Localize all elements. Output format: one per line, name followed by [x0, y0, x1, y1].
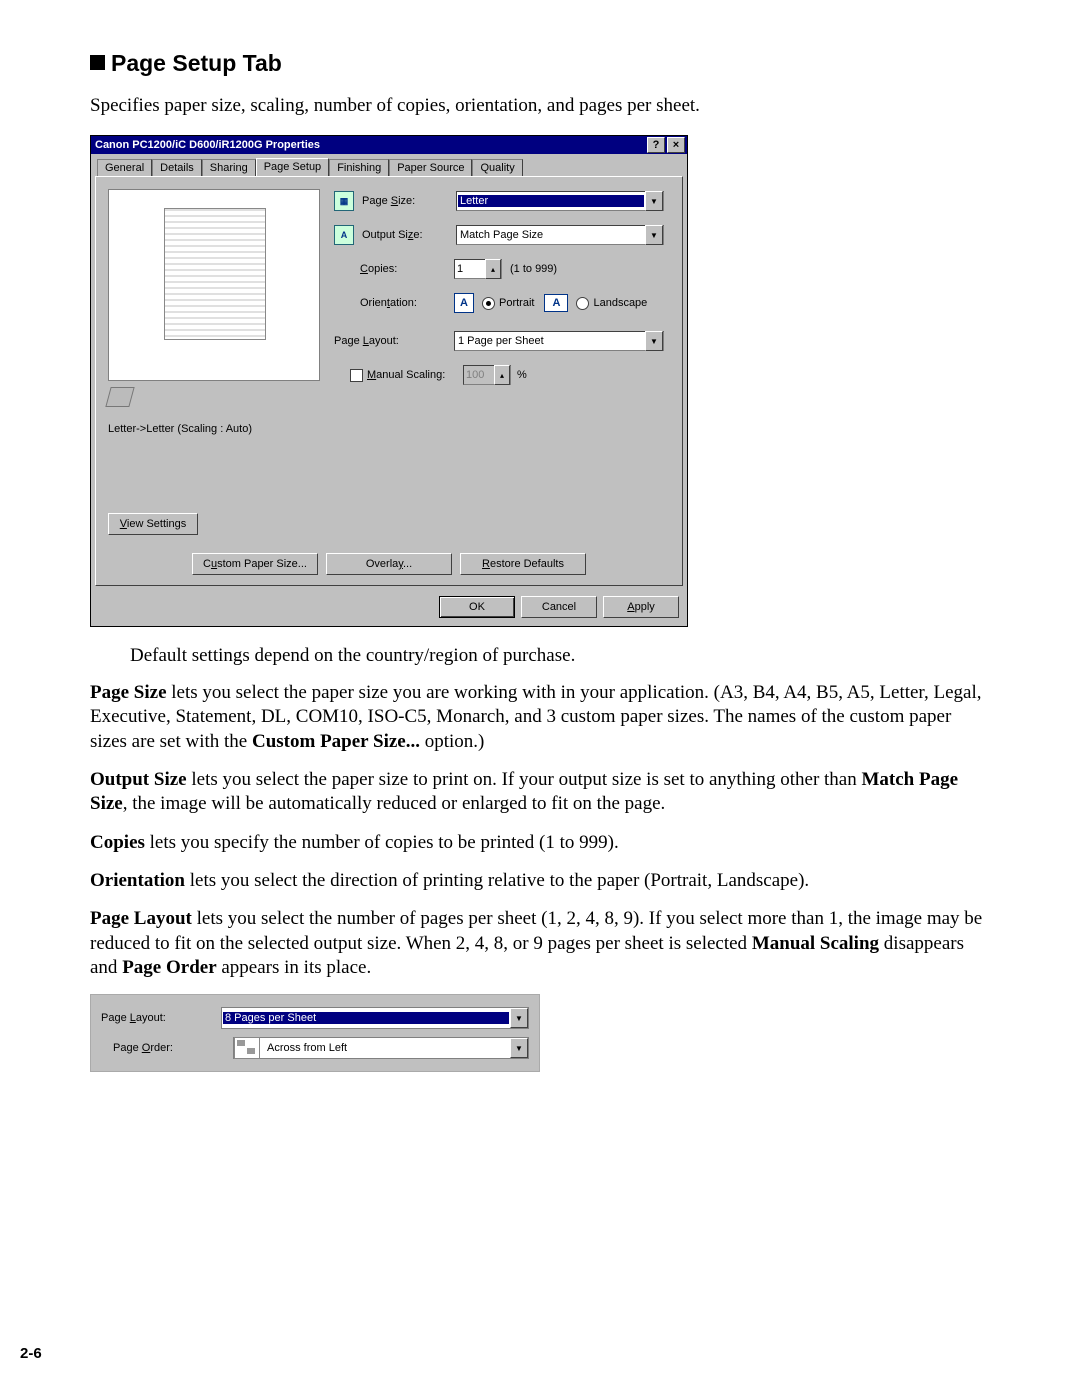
chevron-down-icon[interactable]: ▼: [510, 1038, 528, 1058]
output-size-icon: A: [334, 225, 354, 245]
page-number: 2-6: [20, 1345, 42, 1362]
output-size-value: Match Page Size: [457, 229, 645, 241]
heading-bullet-icon: [90, 55, 105, 70]
page-size-label: Page Size:: [362, 195, 456, 207]
page-size-paragraph: Page Size lets you select the paper size…: [90, 681, 990, 754]
page-order-icon: [234, 1037, 260, 1059]
printer-tray-icon: [105, 387, 134, 407]
page-layout-value: 1 Page per Sheet: [455, 335, 645, 347]
manual-scaling-checkbox[interactable]: [350, 369, 363, 382]
tab-page-setup[interactable]: Page Setup: [256, 158, 330, 176]
overlay-button[interactable]: Overlay...: [326, 553, 452, 575]
page-size-value: Letter: [458, 195, 644, 207]
tab-finishing[interactable]: Finishing: [329, 159, 389, 177]
mini-page-order-combo[interactable]: Across from Left ▼: [233, 1037, 529, 1059]
cancel-button[interactable]: Cancel: [521, 596, 597, 618]
landscape-label: Landscape: [593, 297, 647, 309]
page-size-icon: ▦: [334, 191, 354, 211]
tab-details[interactable]: Details: [152, 159, 202, 177]
tab-sharing[interactable]: Sharing: [202, 159, 256, 177]
page-size-combo[interactable]: Letter ▼: [456, 191, 664, 211]
chevron-down-icon[interactable]: ▼: [645, 225, 663, 245]
page-layout-order-screenshot: Page Layout: 8 Pages per Sheet ▼ Page Or…: [90, 994, 540, 1072]
tab-body: Letter->Letter (Scaling : Auto) View Set…: [95, 176, 683, 586]
spinner-arrows-icon[interactable]: ▴: [485, 259, 501, 279]
chevron-down-icon[interactable]: ▼: [645, 191, 663, 211]
mini-page-layout-value: 8 Pages per Sheet: [223, 1012, 509, 1024]
mini-page-layout-combo[interactable]: 8 Pages per Sheet ▼: [221, 1007, 529, 1029]
restore-defaults-button[interactable]: Restore Defaults: [460, 553, 586, 575]
dialog-titlebar: Canon PC1200/iC D600/iR1200G Properties …: [91, 136, 687, 154]
manual-scaling-input: [464, 369, 494, 381]
page-preview: [108, 189, 320, 381]
page-layout-paragraph: Page Layout lets you select the number o…: [90, 907, 990, 980]
spinner-arrows-icon: ▴: [494, 365, 510, 385]
orientation-portrait-icon: A: [454, 293, 474, 313]
copies-input[interactable]: [455, 263, 485, 275]
tab-strip: General Details Sharing Page Setup Finis…: [91, 154, 687, 176]
orientation-landscape-icon: A: [544, 294, 568, 312]
tab-paper-source[interactable]: Paper Source: [389, 159, 472, 177]
apply-button[interactable]: Apply: [603, 596, 679, 618]
manual-scaling-label: Manual Scaling:: [367, 369, 463, 381]
ok-button[interactable]: OK: [439, 596, 515, 618]
mini-page-layout-label: Page Layout:: [101, 1012, 221, 1024]
dialog-title: Canon PC1200/iC D600/iR1200G Properties: [95, 139, 320, 151]
section-heading: Page Setup Tab: [90, 50, 990, 77]
chevron-down-icon[interactable]: ▼: [645, 331, 663, 351]
default-settings-note: Default settings depend on the country/r…: [130, 645, 990, 667]
copies-range: (1 to 999): [510, 263, 557, 275]
view-settings-button[interactable]: View Settings: [108, 513, 198, 535]
page-layout-combo[interactable]: 1 Page per Sheet ▼: [454, 331, 664, 351]
radio-landscape[interactable]: [576, 297, 589, 310]
output-size-paragraph: Output Size lets you select the paper si…: [90, 768, 990, 817]
mini-page-order-value: Across from Left: [264, 1042, 510, 1054]
copies-paragraph: Copies lets you specify the number of co…: [90, 831, 990, 855]
page-layout-label: Page Layout:: [334, 335, 454, 347]
copies-spinner[interactable]: ▴: [454, 259, 502, 279]
output-size-label: Output Size:: [362, 229, 456, 241]
orientation-paragraph: Orientation lets you select the directio…: [90, 869, 990, 893]
copies-label: Copies:: [360, 263, 454, 275]
mini-page-order-label: Page Order:: [101, 1042, 233, 1054]
tab-quality[interactable]: Quality: [472, 159, 522, 177]
page-preview-page-icon: [164, 208, 266, 340]
properties-dialog: Canon PC1200/iC D600/iR1200G Properties …: [90, 135, 688, 627]
intro-text: Specifies paper size, scaling, number of…: [90, 95, 990, 117]
help-button[interactable]: ?: [647, 137, 665, 153]
properties-dialog-screenshot: Canon PC1200/iC D600/iR1200G Properties …: [90, 135, 990, 627]
close-button[interactable]: ×: [667, 137, 685, 153]
orientation-label: Orientation:: [360, 297, 454, 309]
manual-scaling-spinner: ▴: [463, 365, 511, 385]
heading-text: Page Setup Tab: [111, 50, 282, 76]
chevron-down-icon[interactable]: ▼: [510, 1008, 528, 1028]
portrait-label: Portrait: [499, 297, 534, 309]
output-size-combo[interactable]: Match Page Size ▼: [456, 225, 664, 245]
percent-label: %: [517, 369, 527, 381]
dialog-action-row: OK Cancel Apply: [91, 590, 687, 626]
scaling-text: Letter->Letter (Scaling : Auto): [108, 423, 252, 435]
radio-portrait[interactable]: [482, 297, 495, 310]
tab-general[interactable]: General: [97, 159, 152, 177]
custom-paper-size-button[interactable]: Custom Paper Size...: [192, 553, 318, 575]
